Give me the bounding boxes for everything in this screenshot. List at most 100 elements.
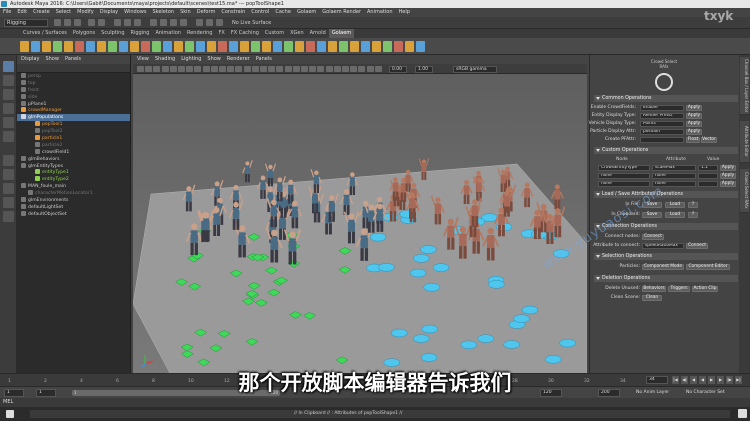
- custom-op-node-dropdown[interactable]: none: [598, 172, 650, 179]
- golaem-shelf-tool-icon[interactable]: [251, 41, 260, 52]
- golaem-shelf-tool-icon[interactable]: [75, 41, 84, 52]
- golaem-shelf-tool-icon[interactable]: [240, 41, 249, 52]
- outliner-menu-show[interactable]: Show: [45, 56, 59, 62]
- golaem-shelf-tool-icon[interactable]: [405, 41, 414, 52]
- new-scene-icon[interactable]: [54, 19, 61, 26]
- create-float-button[interactable]: Float: [686, 136, 700, 143]
- viewport-tool-icon[interactable]: [358, 66, 366, 72]
- viewport-tool-icon[interactable]: [235, 66, 243, 72]
- viewport-menu-view[interactable]: View: [137, 56, 149, 62]
- golaem-shelf-tool-icon[interactable]: [86, 41, 95, 52]
- gamma-field[interactable]: 1.00: [415, 66, 433, 73]
- shelf-tab-custom[interactable]: Custom: [262, 29, 287, 38]
- command-line-language[interactable]: MEL: [3, 399, 13, 405]
- viewport-tool-icon[interactable]: [284, 66, 292, 72]
- shelf-tab-polygons[interactable]: Polygons: [70, 29, 98, 38]
- golaem-shelf-tool-icon[interactable]: [196, 41, 205, 52]
- shelf-tab-animation[interactable]: Animation: [152, 29, 184, 38]
- menu-file[interactable]: File: [3, 9, 11, 15]
- select-component-icon[interactable]: [134, 19, 141, 26]
- outliner-item[interactable]: glmPopulations: [17, 114, 130, 122]
- menu-cache[interactable]: Cache: [275, 9, 291, 15]
- undo-icon[interactable]: [88, 19, 95, 26]
- custom-op-apply-button[interactable]: Apply: [720, 180, 736, 187]
- golaem-shelf-tool-icon[interactable]: [119, 41, 128, 52]
- golaem-shelf-tool-icon[interactable]: [306, 41, 315, 52]
- menu-animation[interactable]: Animation: [367, 9, 393, 15]
- golaem-shelf-tool-icon[interactable]: [394, 41, 403, 52]
- viewport-tool-icon[interactable]: [276, 66, 284, 72]
- lasso-tool-icon[interactable]: [3, 75, 14, 86]
- outliner-item[interactable]: crowdField1: [17, 148, 130, 156]
- script-editor-button-icon[interactable]: [738, 409, 747, 418]
- custom-op-node-dropdown[interactable]: none: [598, 180, 650, 187]
- viewport-tool-icon[interactable]: [301, 66, 308, 72]
- apply-enable-crowdfields-button[interactable]: Apply: [686, 104, 702, 111]
- viewport-tool-icon[interactable]: [153, 66, 161, 72]
- golaem-shelf-tool-icon[interactable]: [218, 41, 227, 52]
- golaem-shelf-tool-icon[interactable]: [284, 41, 293, 52]
- viewport-tool-icon[interactable]: [317, 66, 325, 72]
- viewport-tool-icon[interactable]: [333, 66, 341, 72]
- menu-select[interactable]: Select: [56, 9, 71, 15]
- component-editor-button[interactable]: Component Editor: [686, 263, 730, 270]
- viewport-tool-icon[interactable]: [194, 66, 202, 72]
- snap-grid-icon[interactable]: [150, 19, 157, 26]
- delete-behaviors-button[interactable]: Behaviors: [642, 285, 666, 292]
- outliner-item[interactable]: pPlane1: [17, 100, 130, 108]
- outliner-item[interactable]: glmEnvironments: [17, 197, 130, 204]
- golaem-shelf-tool-icon[interactable]: [372, 41, 381, 52]
- shelf-tab-arnold[interactable]: Arnold: [307, 29, 329, 38]
- golaem-shelf-tool-icon[interactable]: [42, 41, 51, 52]
- outliner-item[interactable]: particle1: [17, 135, 130, 142]
- viewport-tool-icon[interactable]: [342, 66, 349, 72]
- golaem-shelf-tool-icon[interactable]: [317, 41, 326, 52]
- paint-select-tool-icon[interactable]: [3, 89, 14, 100]
- outliner-item[interactable]: popTool1: [17, 121, 130, 128]
- connect-nodes-button[interactable]: Connect: [642, 233, 664, 240]
- apply-entity-display-button[interactable]: Apply: [686, 112, 702, 119]
- menu-constrain[interactable]: Constrain: [221, 9, 245, 15]
- shelf-tab-rendering[interactable]: Rendering: [184, 29, 216, 38]
- golaem-shelf-tool-icon[interactable]: [207, 41, 216, 52]
- create-pfattr-field[interactable]: [640, 136, 684, 143]
- golaem-shelf-tool-icon[interactable]: [350, 41, 359, 52]
- viewport-tool-icon[interactable]: [292, 66, 300, 72]
- viewport-tool-icon[interactable]: [374, 66, 382, 72]
- shelf-tab-fx-caching[interactable]: FX Caching: [228, 29, 262, 38]
- viewport-tool-icon[interactable]: [325, 66, 333, 72]
- delete-action-clip-button[interactable]: Action Clip: [692, 285, 718, 292]
- golaem-shelf-tool-icon[interactable]: [20, 41, 29, 52]
- render-settings-icon[interactable]: [216, 19, 223, 26]
- enable-crowdfields-dropdown[interactable]: Enable: [640, 104, 684, 111]
- menu-golaem-render[interactable]: Golaem Render: [322, 9, 361, 15]
- color-space-dropdown[interactable]: sRGB gamma: [453, 66, 497, 73]
- save-scene-icon[interactable]: [74, 19, 81, 26]
- move-tool-icon[interactable]: [3, 103, 14, 114]
- menu-control[interactable]: Control: [251, 9, 269, 15]
- golaem-shelf-tool-icon[interactable]: [97, 41, 106, 52]
- viewport-tool-icon[interactable]: [251, 66, 259, 72]
- persp-viewport[interactable]: View Shading Lighting Show Renderer Panels 0.…: [133, 55, 587, 373]
- menu-skeleton[interactable]: Skeleton: [152, 9, 174, 15]
- viewport-tool-icon[interactable]: [309, 66, 317, 72]
- viewport-tool-icon[interactable]: [243, 66, 251, 72]
- outliner-item[interactable]: popTool2: [17, 128, 130, 135]
- viewport-tool-icon[interactable]: [186, 66, 194, 72]
- golaem-shelf-tool-icon[interactable]: [130, 41, 139, 52]
- outliner-item[interactable]: persp: [17, 73, 130, 80]
- particle-display-attr-field[interactable]: position: [640, 128, 684, 135]
- golaem-shelf-tool-icon[interactable]: [53, 41, 62, 52]
- viewport-tool-icon[interactable]: [161, 66, 169, 72]
- ipr-render-icon[interactable]: [206, 19, 213, 26]
- shelf-tab-fx[interactable]: FX: [216, 29, 228, 38]
- outliner-item[interactable]: side: [17, 93, 130, 101]
- persp-outliner-layout-icon[interactable]: [3, 183, 14, 194]
- outliner-item[interactable]: glmBehaviors: [17, 155, 130, 163]
- golaem-shelf-tool-icon[interactable]: [152, 41, 161, 52]
- select-tool-icon[interactable]: [3, 61, 14, 72]
- viewport-tool-icon[interactable]: [227, 66, 235, 72]
- outliner-menu-display[interactable]: Display: [21, 56, 39, 62]
- viewport-menu-panels[interactable]: Panels: [256, 56, 272, 62]
- snap-point-icon[interactable]: [170, 19, 177, 26]
